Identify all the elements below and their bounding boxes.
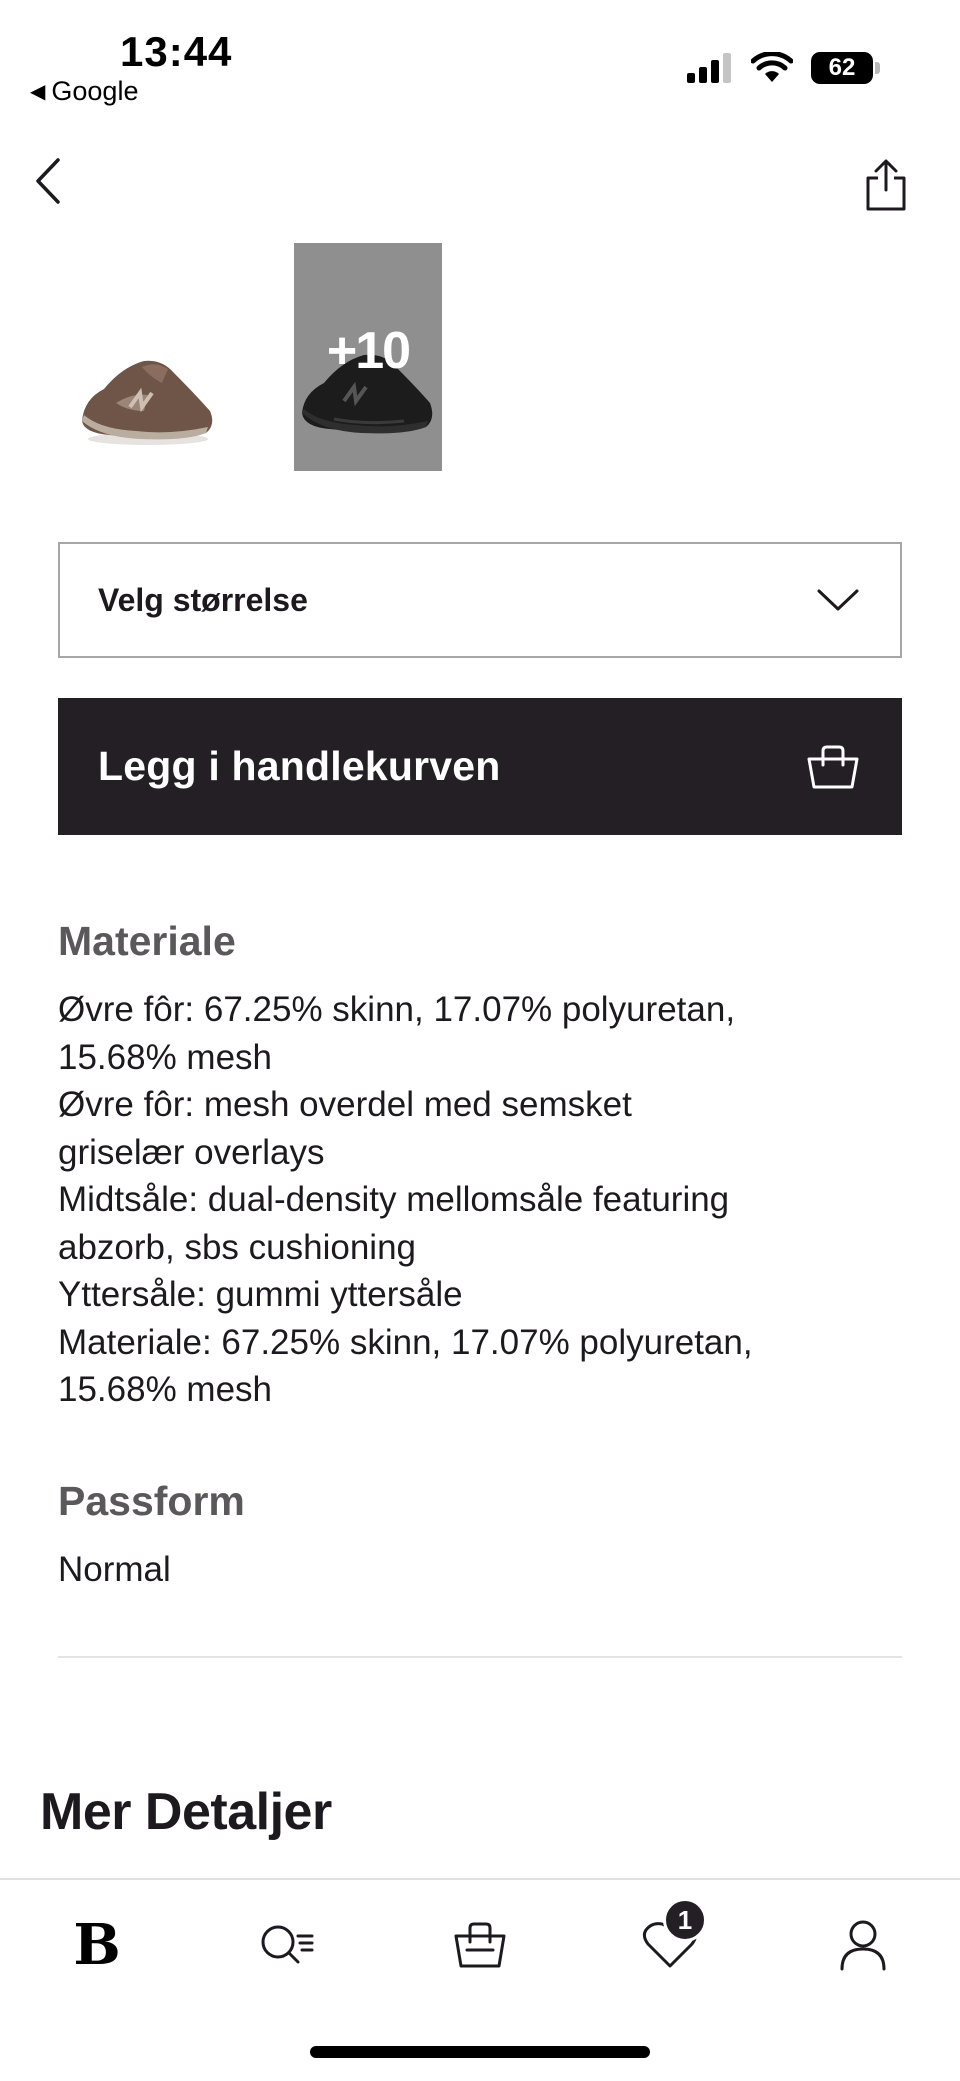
material-line: Øvre fôr: 67.25% skinn, 17.07% polyureta… (58, 990, 736, 1029)
material-line: Øvre fôr: mesh overdel med semsket (58, 1085, 632, 1124)
back-to-google[interactable]: ◀ Google (30, 76, 138, 107)
material-line: 15.68% mesh (58, 1370, 273, 1409)
material-line: 15.68% mesh (58, 1037, 273, 1077)
battery-level: 62 (811, 52, 873, 84)
material-line: Materiale: 67.25% skinn, 17.07% polyuret… (58, 1322, 753, 1362)
home-indicator (310, 2046, 650, 2058)
material-heading: Materiale (58, 918, 236, 964)
more-details-heading: Mer Detaljer (40, 1783, 332, 1841)
fit-heading: Passform (58, 1478, 245, 1524)
back-app-label: Google (51, 76, 139, 106)
status-time: 13:44 (120, 28, 233, 75)
tab-profile[interactable] (818, 1900, 908, 1990)
size-select[interactable]: Velg størrelse (58, 542, 902, 658)
material-line: Yttersåle: gummi yttersåle (58, 1275, 463, 1314)
status-icons: 62 (687, 52, 880, 84)
back-triangle-icon: ◀ (30, 81, 46, 103)
add-to-cart-button[interactable]: Legg i handlekurven (58, 698, 902, 835)
share-icon[interactable] (864, 158, 908, 212)
material-line: griselær overlays (58, 1132, 325, 1172)
signal-icon (687, 53, 731, 83)
material-line: abzorb, sbs cushioning (58, 1227, 416, 1267)
tab-home[interactable]: B (52, 1900, 142, 1990)
sneaker-brown-image (82, 360, 213, 445)
section-divider (58, 1656, 902, 1658)
battery-icon: 62 (811, 52, 880, 84)
bag-icon (454, 1922, 506, 1968)
product-thumbnail-more[interactable]: +10 (294, 243, 442, 471)
tab-wishlist[interactable]: 1 (625, 1898, 715, 1990)
wishlist-badge: 1 (663, 1898, 707, 1942)
material-line: Midtsåle: dual-density mellomsåle featur… (58, 1180, 730, 1219)
more-images-count: +10 (326, 322, 411, 380)
shopping-bag-icon (807, 745, 859, 788)
search-icon (261, 1925, 314, 1964)
tab-bag[interactable] (435, 1900, 525, 1990)
fit-value: Normal (58, 1550, 171, 1589)
add-to-cart-label: Legg i handlekurven (98, 743, 501, 789)
brand-logo: B (73, 1912, 121, 1978)
product-thumbnail-brown[interactable] (70, 243, 220, 471)
chevron-down-icon (817, 589, 859, 611)
wifi-icon (751, 52, 793, 82)
profile-icon (840, 1920, 886, 1971)
tab-search[interactable] (242, 1900, 332, 1990)
chevron-left-icon[interactable] (30, 156, 70, 206)
material-description: Øvre fôr: 67.25% skinn, 17.07% polyureta… (58, 986, 918, 1414)
battery-tip (875, 62, 880, 74)
size-select-label: Velg størrelse (98, 581, 308, 618)
